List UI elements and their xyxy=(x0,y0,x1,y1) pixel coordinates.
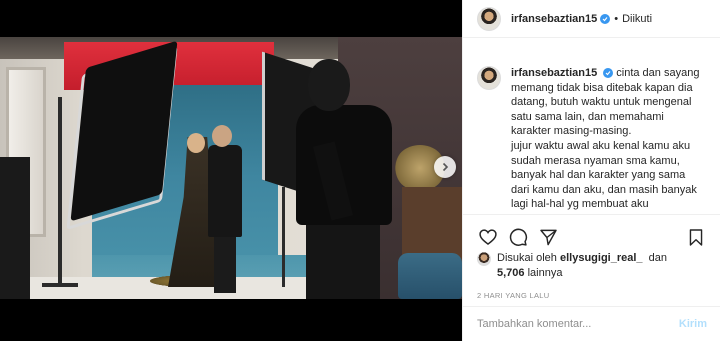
share-icon xyxy=(539,229,557,245)
caption-line: dari kamu dan aku, dan masih banyak xyxy=(511,183,697,196)
share-button[interactable] xyxy=(537,226,559,248)
likes-prefix: Disukai oleh xyxy=(497,252,557,264)
save-button[interactable] xyxy=(685,226,707,248)
comment-form: Kirim xyxy=(463,306,720,341)
caption-line: lagi hal-hal yg membuat aku xyxy=(511,198,649,211)
photographer-head xyxy=(308,59,350,111)
liker-avatar[interactable] xyxy=(477,252,491,266)
likes-summary: Disukai oleh ellysugigi_real_ dan 5,706 … xyxy=(463,251,720,281)
author-username[interactable]: irfansebaztian15 xyxy=(511,13,597,25)
blue-stool xyxy=(398,253,462,299)
likes-count[interactable]: 5,706 xyxy=(497,267,525,279)
like-button[interactable] xyxy=(477,226,499,248)
caption-line: memang tidak bisa ditebak kapan dia xyxy=(511,81,693,94)
author-avatar[interactable] xyxy=(477,6,501,31)
post-media[interactable] xyxy=(0,0,462,341)
caption-line: karakter masing-masing. xyxy=(511,125,632,138)
bookmark-icon xyxy=(689,228,703,246)
man-legs xyxy=(214,233,236,293)
likes-connector: dan xyxy=(648,252,667,264)
verified-icon xyxy=(600,13,611,24)
photographer-legs xyxy=(306,217,380,299)
comment-icon xyxy=(509,228,528,246)
post-caption: irfansebaztian15 cinta dan sayang memang… xyxy=(511,66,699,214)
caption-username[interactable]: irfansebaztian15 xyxy=(511,67,597,79)
heart-icon xyxy=(479,229,497,246)
follow-status-button[interactable]: Diikuti xyxy=(622,13,652,25)
caption-line: jujur waktu awal aku kenal kamu aku xyxy=(511,139,691,152)
comment-input[interactable] xyxy=(477,318,679,330)
post-timestamp[interactable]: 2 HARI YANG LALU xyxy=(463,281,720,300)
post-header: irfansebaztian15 • Diikuti xyxy=(463,0,720,38)
likes-suffix[interactable]: lainnya xyxy=(528,267,563,279)
chevron-right-icon xyxy=(442,162,449,172)
caption-line: cinta dan sayang xyxy=(616,67,700,79)
man-head xyxy=(212,125,232,147)
next-slide-button[interactable] xyxy=(434,156,456,178)
action-icons-row xyxy=(463,215,720,251)
caption-line: sudah merasa nyaman sma kamu, xyxy=(511,154,680,167)
post-comment-button[interactable]: Kirim xyxy=(679,318,707,330)
bystander-silhouette xyxy=(0,157,30,299)
light-stand xyxy=(282,187,285,287)
light-stand xyxy=(58,97,62,287)
liker-username[interactable]: ellysugigi_real_ xyxy=(560,252,643,264)
post-sidebar: irfansebaztian15 • Diikuti irfansebaztia… xyxy=(462,0,720,341)
caption-line: satu sama lain, dan memahami xyxy=(511,110,664,123)
header-separator: • xyxy=(614,12,619,25)
video-frame[interactable] xyxy=(0,37,462,299)
likes-text: Disukai oleh ellysugigi_real_ dan 5,706 … xyxy=(497,251,667,281)
caption-line: datang, butuh waktu untuk mengenal xyxy=(511,96,692,109)
comment-button[interactable] xyxy=(507,226,529,248)
light-stand-base xyxy=(42,283,78,287)
caption-line: banyak hal dan karakter yang sama xyxy=(511,169,686,182)
man-in-suit xyxy=(208,145,242,237)
caption-author-avatar[interactable] xyxy=(477,66,501,90)
woman-head xyxy=(187,133,205,153)
verified-icon xyxy=(603,68,614,79)
caption-section: irfansebaztian15 cinta dan sayang memang… xyxy=(463,38,720,214)
